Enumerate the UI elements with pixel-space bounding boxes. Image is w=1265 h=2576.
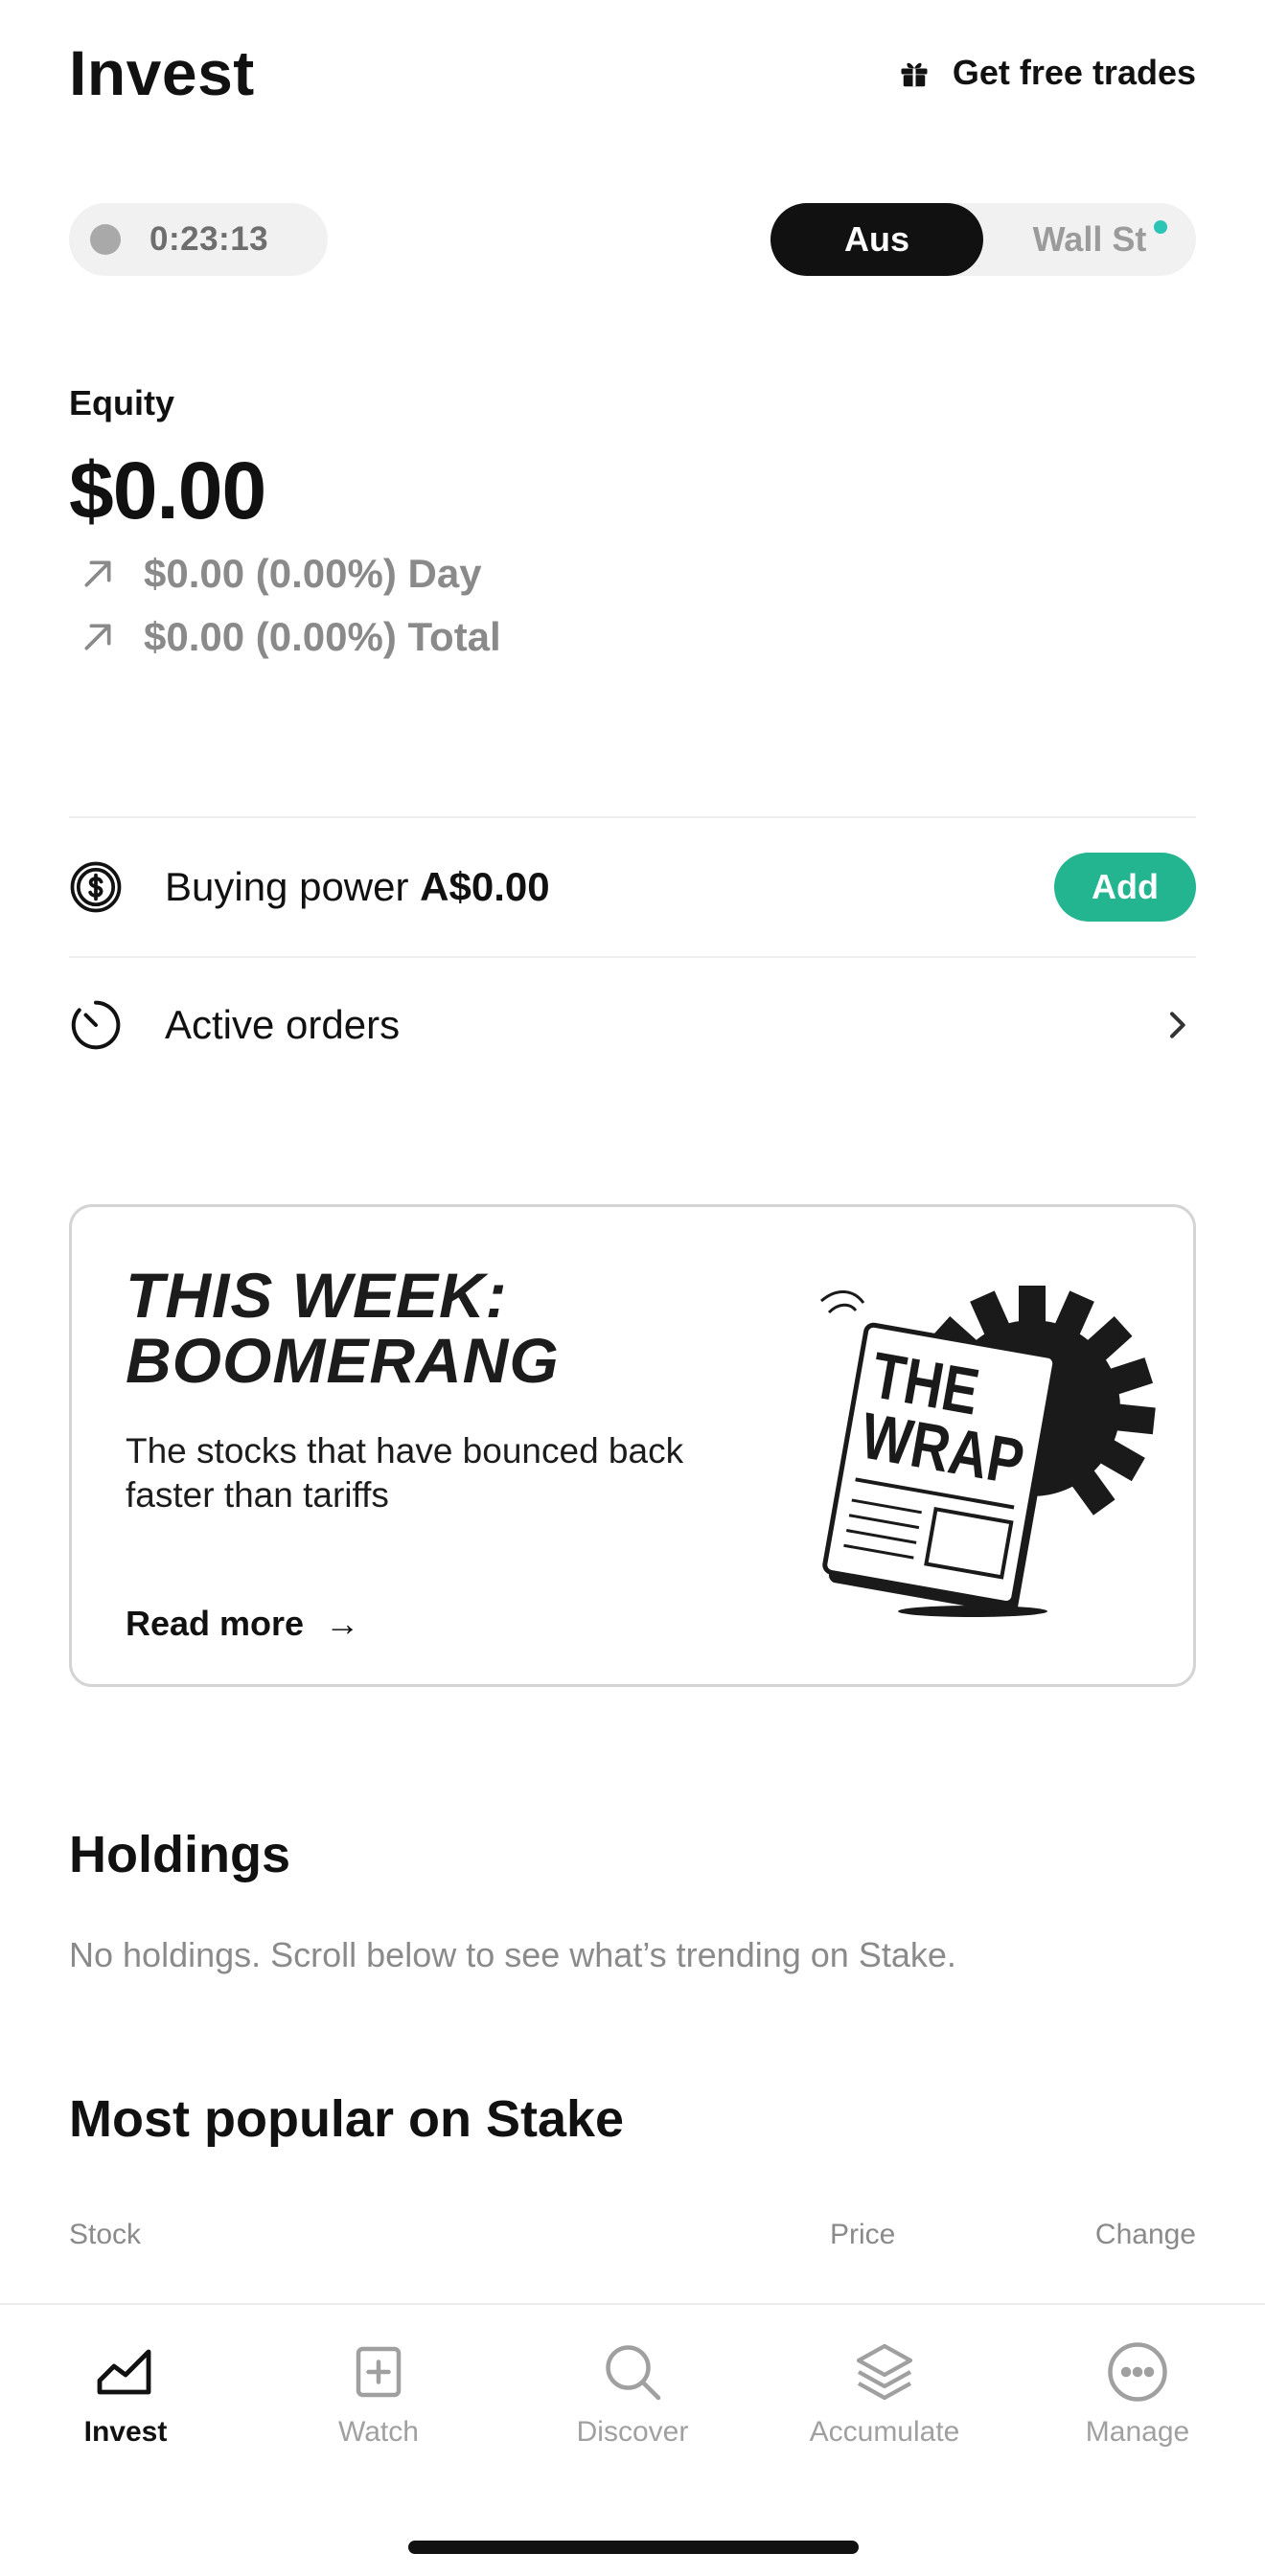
equity-label: Equity [69, 383, 175, 422]
timer-status-dot [90, 224, 121, 255]
tab-manage-label: Manage [1085, 2416, 1190, 2448]
dollar-circle-icon [70, 861, 122, 913]
get-free-trades-button[interactable]: Get free trades [897, 53, 1196, 93]
most-popular-title: Most popular on Stake [69, 2090, 625, 2148]
market-controls: 0:23:13 Aus Wall St [69, 203, 1196, 276]
plus-square-icon [356, 2346, 402, 2398]
popular-table-header: Stock Price Change [69, 2219, 1196, 2257]
timer-icon [71, 1000, 121, 1050]
tab-wall-st-label: Wall St [1032, 219, 1147, 259]
get-free-trades-label: Get free trades [952, 53, 1196, 92]
active-orders-label: Active orders [165, 1002, 401, 1047]
day-performance: $0.00 (0.00%) Day [69, 547, 501, 601]
buying-power-text: Buying power A$0.00 [165, 864, 1054, 910]
read-more-label: Read more [126, 1604, 305, 1643]
header: Invest Get free trades [69, 34, 1196, 111]
divider [69, 956, 1196, 958]
timer-text: 0:23:13 [150, 220, 269, 258]
buying-power-label: Buying power [165, 864, 409, 909]
column-stock: Stock [69, 2219, 142, 2250]
the-wrap-illustration: THE WRAP [820, 1286, 1156, 1617]
tab-watch[interactable]: Watch [273, 2337, 484, 2449]
promo-description: The stocks that have bounced back faster… [126, 1431, 684, 1515]
notification-dot [1154, 220, 1167, 234]
total-performance-text: $0.00 (0.00%) Total [144, 614, 501, 659]
promo-card[interactable]: THIS WEEK: BOOMERANG The stocks that hav… [69, 1204, 1196, 1687]
tab-aus[interactable]: Aus [770, 203, 983, 276]
tab-invest[interactable]: Invest [20, 2337, 231, 2449]
holdings-empty-text: No holdings. Scroll below to see what’s … [69, 1935, 956, 1974]
tab-discover[interactable]: Discover [527, 2337, 738, 2449]
arrow-right-icon: → [325, 1604, 360, 1643]
chevron-right-icon [1170, 1012, 1185, 1038]
equity-section: Equity $0.00 $0.00 (0.00%) Day $0.00 (0.… [69, 383, 501, 664]
tab-invest-label: Invest [83, 2416, 168, 2448]
add-funds-button[interactable]: Add [1054, 853, 1196, 922]
promo-title-line2: BOOMERANG [126, 1325, 560, 1396]
promo-title: THIS WEEK: BOOMERANG [126, 1263, 560, 1393]
tab-discover-label: Discover [576, 2416, 689, 2448]
market-toggle: Aus Wall St [770, 203, 1196, 276]
column-change: Change [1094, 2219, 1196, 2250]
arrow-up-right-icon [84, 560, 111, 587]
read-more-link[interactable]: Read more → [126, 1604, 359, 1644]
market-timer: 0:23:13 [69, 203, 328, 276]
column-price: Price [830, 2219, 896, 2250]
equity-value: $0.00 [69, 445, 266, 536]
search-icon [606, 2345, 661, 2401]
gift-icon [901, 62, 928, 87]
total-performance: $0.00 (0.00%) Total [69, 610, 501, 664]
page-title: Invest [69, 37, 255, 108]
tab-manage[interactable]: Manage [1032, 2337, 1243, 2449]
active-orders-row[interactable]: Active orders [69, 977, 1196, 1073]
promo-title-line1: THIS WEEK: [126, 1260, 508, 1331]
more-circle-icon [1108, 2342, 1167, 2402]
day-performance-text: $0.00 (0.00%) Day [144, 551, 482, 596]
home-indicator [408, 2541, 859, 2554]
tab-accumulate-label: Accumulate [809, 2416, 960, 2448]
arrow-up-right-icon [84, 624, 111, 650]
divider [69, 816, 1196, 818]
buying-power-amount: A$0.00 [420, 864, 550, 909]
layers-icon [856, 2343, 913, 2401]
buying-power-row: Buying power A$0.00 Add [69, 839, 1196, 935]
bottom-tab-bar: Invest Watch Discover Accumulate Manage [0, 2303, 1265, 2576]
chart-icon [97, 2349, 151, 2395]
tab-accumulate[interactable]: Accumulate [779, 2337, 990, 2449]
tab-watch-label: Watch [338, 2416, 419, 2448]
holdings-title: Holdings [69, 1826, 290, 1883]
tab-wall-st[interactable]: Wall St [983, 203, 1196, 276]
